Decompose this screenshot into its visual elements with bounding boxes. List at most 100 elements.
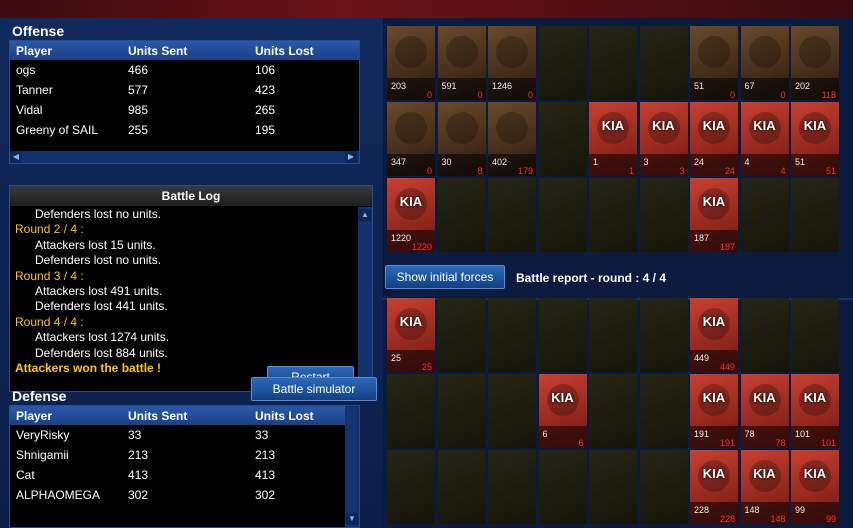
unit-slot[interactable] — [740, 178, 789, 252]
unit-slot[interactable]: 67 0 — [740, 26, 789, 100]
unit-slot[interactable] — [538, 298, 587, 372]
scroll-left-icon[interactable]: ◀ — [10, 151, 22, 163]
col-units-sent: Units Sent — [128, 43, 188, 58]
unit-slot[interactable]: 347 0 — [387, 102, 435, 176]
unit-slot[interactable] — [488, 450, 536, 524]
unit-slot[interactable] — [538, 102, 587, 176]
table-row[interactable]: Shnigamii 213 213 — [10, 445, 359, 465]
unit-lost-count: 0 — [527, 90, 533, 100]
units-lost: 213 — [255, 448, 276, 462]
battle-simulator-button[interactable]: Battle simulator — [251, 377, 377, 401]
scroll-right-icon[interactable]: ▶ — [345, 151, 357, 163]
unit-slot[interactable] — [791, 178, 839, 252]
table-row[interactable]: VeryRisky 33 33 — [10, 425, 359, 445]
unit-slot[interactable] — [589, 450, 637, 524]
units-sent: 985 — [128, 103, 149, 117]
unit-slot[interactable] — [538, 178, 587, 252]
table-row[interactable]: Tanner 577 423 — [10, 80, 359, 100]
unit-slot[interactable]: KIA 4 4 — [740, 102, 789, 176]
unit-slot[interactable] — [488, 298, 536, 372]
unit-slot[interactable]: KIA 24 24 — [690, 102, 738, 176]
unit-slot[interactable]: KIA 51 51 — [791, 102, 839, 176]
unit-slot[interactable] — [589, 374, 637, 448]
table-row[interactable]: Greeny of SAIL 255 195 — [10, 120, 359, 140]
unit-lost-count: 0 — [729, 90, 735, 100]
unit-slot[interactable]: 51 0 — [690, 26, 738, 100]
defense-vertical-scrollbar[interactable]: ▼ — [345, 406, 359, 527]
unit-slot[interactable] — [437, 298, 486, 372]
unit-slot[interactable]: 591 0 — [437, 26, 486, 100]
unit-slot[interactable]: KIA 187 187 — [690, 178, 738, 252]
unit-slot[interactable] — [740, 298, 789, 372]
unit-slot[interactable] — [437, 450, 486, 524]
units-lost: 265 — [255, 103, 276, 117]
unit-slot[interactable]: KIA 3 3 — [639, 102, 688, 176]
table-row[interactable]: Cat 413 413 — [10, 465, 359, 485]
unit-slot[interactable]: KIA 449 449 — [690, 298, 738, 372]
unit-slot[interactable]: KIA 78 78 — [740, 374, 789, 448]
unit-slot[interactable]: 402 179 — [488, 102, 536, 176]
left-panel: Offense Player Units Sent Units Lost ogs… — [0, 18, 383, 528]
unit-slot[interactable]: KIA 148 148 — [740, 450, 789, 524]
unit-slot[interactable] — [589, 26, 637, 100]
unit-slot[interactable] — [538, 450, 587, 524]
offense-horizontal-scrollbar[interactable]: ◀ ▶ — [10, 151, 359, 163]
unit-slot[interactable] — [488, 374, 536, 448]
unit-lost-count: 0 — [780, 90, 786, 100]
unit-slot[interactable] — [639, 450, 688, 524]
player-name: Vidal — [16, 103, 43, 117]
kia-label: KIA — [803, 466, 827, 481]
unit-slot[interactable]: 202 118 — [791, 26, 839, 100]
table-row[interactable]: ALPHAOMEGA 302 302 — [10, 485, 359, 505]
table-row[interactable]: Vidal 985 265 — [10, 100, 359, 120]
kia-label: KIA — [652, 118, 675, 133]
unit-slot[interactable] — [488, 178, 536, 252]
unit-portrait — [496, 36, 528, 68]
unit-slot[interactable]: KIA 228 228 — [690, 450, 738, 524]
unit-slot[interactable] — [437, 178, 486, 252]
unit-slot[interactable] — [639, 26, 688, 100]
unit-lost-count: 0 — [426, 90, 432, 100]
player-name: VeryRisky — [16, 428, 70, 442]
unit-slot[interactable] — [538, 26, 587, 100]
unit-sent-count: 78 — [744, 429, 755, 439]
unit-slot[interactable] — [639, 298, 688, 372]
kia-label: KIA — [702, 194, 726, 209]
top-frame-bar — [0, 0, 853, 18]
unit-slot[interactable]: KIA 25 25 — [387, 298, 435, 372]
unit-sent-count: 24 — [694, 157, 705, 167]
battle-log-scrollbar[interactable]: ▲ ▼ — [358, 207, 372, 391]
unit-slot[interactable]: KIA 6 6 — [538, 374, 587, 448]
unit-slot[interactable] — [791, 298, 839, 372]
unit-portrait — [445, 36, 478, 68]
show-initial-forces-button[interactable]: Show initial forces — [385, 265, 505, 289]
table-row[interactable]: ogs 466 106 — [10, 60, 359, 80]
unit-lost-count: 4 — [780, 166, 786, 176]
unit-lost-count: 1220 — [411, 242, 432, 252]
log-round-line: Round 4 / 4 : — [15, 314, 84, 329]
unit-portrait — [698, 36, 730, 68]
log-line: Attackers lost 1274 units. — [35, 330, 170, 345]
player-name: Shnigamii — [16, 448, 69, 462]
unit-slot[interactable] — [387, 450, 435, 524]
unit-sent-count: 67 — [744, 81, 755, 91]
unit-slot[interactable]: KIA 101 101 — [791, 374, 839, 448]
scroll-down-icon[interactable]: ▼ — [346, 513, 358, 525]
unit-slot[interactable] — [437, 374, 486, 448]
unit-slot[interactable]: KIA 1 1 — [589, 102, 637, 176]
unit-slot[interactable] — [639, 178, 688, 252]
unit-slot[interactable]: 30 8 — [437, 102, 486, 176]
unit-slot[interactable] — [387, 374, 435, 448]
unit-slot[interactable]: KIA 99 99 — [791, 450, 839, 524]
unit-slot[interactable]: KIA 191 191 — [690, 374, 738, 448]
unit-slot[interactable]: 203 0 — [387, 26, 435, 100]
player-name: ALPHAOMEGA — [16, 488, 101, 502]
units-sent: 302 — [128, 488, 149, 502]
unit-slot[interactable]: KIA 1220 1220 — [387, 178, 435, 252]
unit-slot[interactable]: 1246 0 — [488, 26, 536, 100]
unit-slot[interactable] — [589, 298, 637, 372]
unit-slot[interactable] — [589, 178, 637, 252]
scroll-up-icon[interactable]: ▲ — [359, 209, 371, 221]
player-name: Tanner — [16, 83, 53, 97]
unit-slot[interactable] — [639, 374, 688, 448]
